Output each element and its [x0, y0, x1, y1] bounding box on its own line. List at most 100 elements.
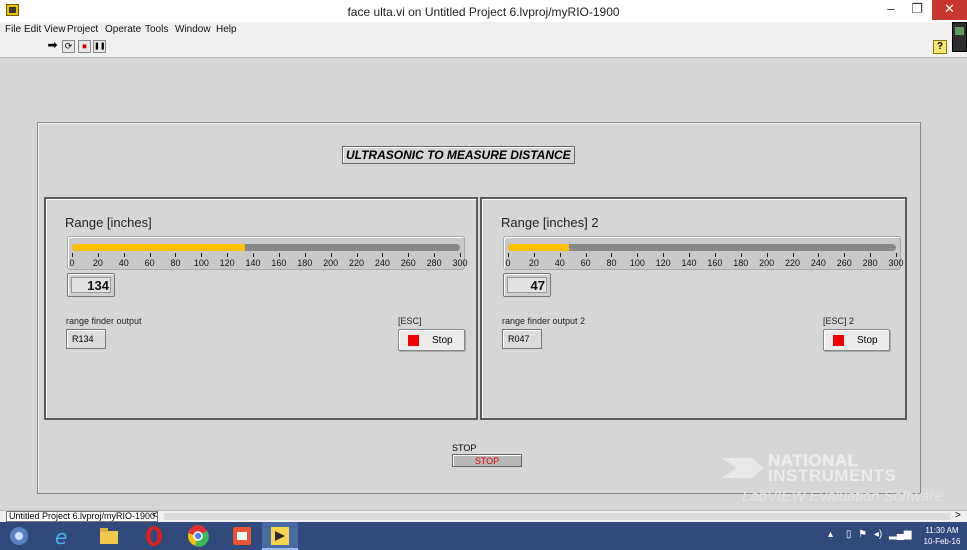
main-stop-button[interactable]: STOP — [452, 454, 522, 467]
scale-tick-label: 180 — [733, 258, 749, 268]
scale-tick-label: 160 — [707, 258, 723, 268]
vi-connector-icon — [952, 22, 967, 52]
clock-time: 11:30 AM — [925, 526, 959, 535]
presentation-app-icon[interactable] — [231, 525, 253, 547]
menu-help[interactable]: Help — [216, 24, 237, 35]
scale-ticks-2: 0 20 40 60 80 100 120 140 160 180 200 220 240 260 280 3… — [505, 253, 904, 269]
scale-tick-label: 60 — [580, 258, 591, 268]
windows-taskbar: e ▴ ▯ ⚑ ◂) ▂▄▆ 11:30 AM 10-Feb-16 — [0, 522, 967, 550]
tray-chevron-icon[interactable]: ▴ — [828, 529, 833, 540]
context-help-icon[interactable]: ? — [933, 40, 947, 54]
scale-tick-label: 100 — [629, 258, 645, 268]
scale-tick-label: 20 — [92, 258, 103, 268]
scale-tick-label: 80 — [170, 258, 181, 268]
scale-tick-label: 140 — [245, 258, 261, 268]
scale-tick-mark — [460, 253, 461, 257]
menu-project[interactable]: Project — [67, 24, 98, 35]
scale-tick-label: 0 — [69, 258, 75, 268]
close-button[interactable]: ✕ — [932, 0, 967, 20]
progress-track — [72, 244, 460, 251]
range-finder-output-indicator-2: R047 — [502, 329, 542, 349]
minimize-button[interactable]: – — [878, 0, 904, 20]
scale-tick-mark — [227, 253, 229, 257]
file-explorer-icon[interactable] — [98, 525, 120, 547]
progress-fill — [72, 244, 246, 251]
scale-tick-label: 240 — [374, 258, 390, 268]
scale-tick-mark — [253, 253, 255, 257]
window-title: face ulta.vi on Untitled Project 6.lvpro… — [347, 5, 620, 19]
scale-tick-label: 300 — [452, 258, 468, 268]
scale-tick-mark — [559, 253, 561, 257]
flag-icon[interactable]: ⚑ — [858, 529, 867, 540]
scale-ticks: 0 20 40 60 80 100 120 140 160 180 200 220 240 260 280 3… — [69, 253, 468, 269]
scale-tick-label: 280 — [426, 258, 442, 268]
main-stop-label: STOP — [452, 443, 477, 453]
range-label: Range [inches] — [65, 215, 152, 230]
scale-tick-label: 300 — [888, 258, 904, 268]
scroll-right-arrow-icon[interactable]: > — [955, 510, 961, 521]
menu-operate[interactable]: Operate — [105, 24, 141, 35]
stop-button-2[interactable]: Stop — [823, 329, 890, 351]
right-sensor-cluster: Range [inches] 2 0 20 40 60 80 100 120 140 160 18… — [480, 197, 907, 420]
scale-tick-mark — [408, 253, 410, 257]
pause-icon[interactable]: ❚❚ — [93, 40, 106, 53]
labview-taskbar-button[interactable] — [262, 522, 298, 550]
scale-tick-mark — [533, 253, 535, 257]
scale-tick-mark — [278, 253, 280, 257]
range-numeric-indicator: 134 — [67, 273, 115, 297]
signal-icon[interactable]: ▂▄▆ — [889, 529, 911, 540]
battery-icon[interactable]: ▯ — [846, 529, 852, 540]
menu-file[interactable]: File — [5, 24, 21, 35]
ni-eagle-icon — [722, 458, 764, 478]
scale-tick-label: 260 — [836, 258, 852, 268]
menu-tools[interactable]: Tools — [145, 24, 168, 35]
scale-tick-mark — [637, 253, 639, 257]
opera-browser-icon[interactable] — [143, 525, 165, 547]
run-continuously-icon[interactable]: ⟳ — [62, 40, 75, 53]
taskbar-clock[interactable]: 11:30 AM 10-Feb-16 — [920, 525, 964, 547]
volume-icon[interactable]: ◂) — [874, 529, 882, 540]
scale-tick-label: 40 — [118, 258, 129, 268]
run-arrow-icon[interactable]: ➡ — [46, 39, 59, 53]
abort-execution-icon[interactable]: ⏹ — [78, 40, 91, 53]
scale-tick-mark — [123, 253, 125, 257]
range-label-2: Range [inches] 2 — [501, 215, 599, 230]
scale-tick-label: 200 — [323, 258, 339, 268]
scale-tick-label: 280 — [862, 258, 878, 268]
stop-button[interactable]: Stop — [398, 329, 465, 351]
national-instruments-logo: NATIONAL INSTRUMENTS LabVIEW Evaluation … — [722, 450, 967, 506]
progress-fill-2 — [508, 244, 569, 251]
scale-tick-label: 140 — [681, 258, 697, 268]
scale-tick-mark — [201, 253, 203, 257]
scale-tick-label: 240 — [810, 258, 826, 268]
esc-label-2: [ESC] 2 — [823, 316, 855, 326]
range-progress-bar: 0 20 40 60 80 100 120 140 160 180 200 220 240 260 280 3… — [67, 236, 468, 270]
scale-tick-mark — [714, 253, 716, 257]
scale-tick-label: 0 — [505, 258, 511, 268]
scale-tick-mark — [844, 253, 846, 257]
menu-window[interactable]: Window — [175, 24, 211, 35]
maximize-button[interactable]: ❐ — [904, 0, 930, 20]
window-title-bar: face ulta.vi on Untitled Project 6.lvpro… — [0, 0, 967, 22]
scale-tick-mark — [740, 253, 742, 257]
range-progress-bar-2: 0 20 40 60 80 100 120 140 160 180 200 220 240 260 280 3… — [503, 236, 904, 270]
range-value: 134 — [87, 278, 109, 293]
start-button-icon[interactable] — [8, 525, 30, 547]
scale-tick-mark — [382, 253, 384, 257]
menu-edit[interactable]: Edit — [24, 24, 41, 35]
horizontal-scrollbar[interactable] — [164, 513, 950, 520]
menu-view[interactable]: View — [44, 24, 66, 35]
scale-tick-label: 40 — [554, 258, 565, 268]
internet-explorer-icon[interactable]: e — [52, 525, 74, 547]
project-path[interactable]: Untitled Project 6.lvproj/myRIO-1900 — [6, 511, 159, 522]
stop-button-label-2: Stop — [857, 335, 878, 346]
range-finder-output-indicator: R134 — [66, 329, 106, 349]
range-finder-output-value: R134 — [72, 334, 94, 344]
chrome-browser-icon[interactable] — [187, 525, 209, 547]
scale-tick-mark — [175, 253, 177, 257]
scale-tick-label: 220 — [349, 258, 365, 268]
range-value-2: 47 — [530, 278, 545, 293]
scale-tick-mark — [304, 253, 306, 257]
scroll-left-arrow-icon[interactable]: < — [152, 510, 158, 521]
scale-tick-label: 20 — [528, 258, 539, 268]
